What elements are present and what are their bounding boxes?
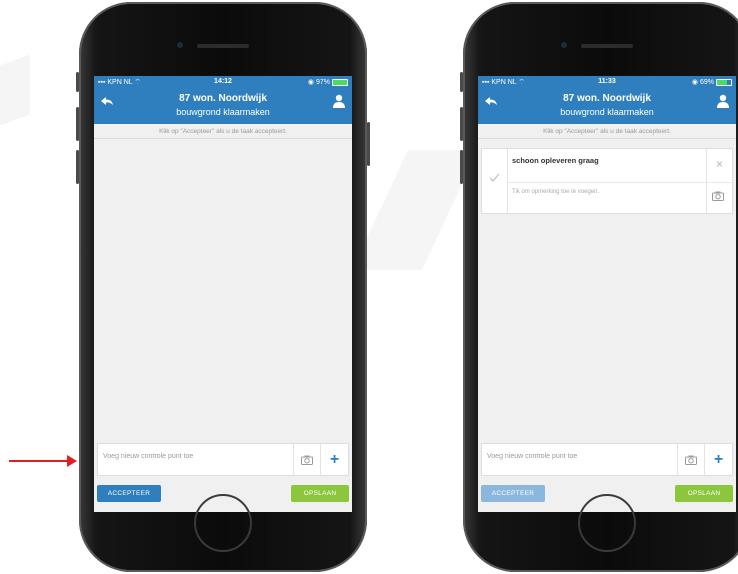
phone-right: ▪▪▪ KPN NL ⌔ 11:33 ◉ 69% 87 won. Noordwi… [460,2,738,572]
page-subtitle: bouwgrond klaarmaken [560,107,654,117]
volume-up-button [460,107,463,141]
battery-icon [332,78,348,86]
back-arrow-icon[interactable] [484,94,498,108]
close-icon[interactable]: × [707,157,732,171]
annotation-arrow [9,455,77,467]
checkpoint-card: schoon opleveren graag Tik om opmerking … [481,148,733,214]
carrier-label: ▪▪▪ KPN NL ⌔ [482,79,525,86]
earpiece-speaker [197,44,249,48]
alarm-icon: ◉ [691,79,698,86]
battery-text: 69% [699,78,714,86]
status-right: ◉ 69% [692,78,732,86]
accept-hint: Klik op "Accepteer" als u de taak accept… [543,128,671,135]
home-button[interactable] [578,494,636,552]
volume-down-button [76,150,79,184]
page-title: 87 won. Noordwijk [179,93,267,104]
battery-level [717,79,727,85]
divider [478,138,736,139]
user-icon[interactable] [716,94,730,108]
camera-icon [301,455,313,465]
checkpoint-title: schoon opleveren graag [512,156,599,165]
battery-icon [716,78,732,86]
checkpoint-check-toggle[interactable] [482,149,508,213]
battery-level [333,79,347,85]
add-checkpoint-button[interactable]: + [320,444,348,475]
wifi-icon: ⌔ [134,79,141,86]
add-photo-button[interactable] [293,444,320,475]
camera-icon[interactable] [712,191,724,201]
signal-icon: ▪▪▪ [98,79,108,86]
battery-text: 97% [315,78,330,86]
volume-up-button [76,107,79,141]
user-icon[interactable] [332,94,346,108]
checkpoint-note-input[interactable]: Tik om opmerking toe te voegen. [512,189,599,195]
volume-down-button [460,150,463,184]
add-checkpoint-button[interactable]: + [704,444,732,475]
app-screen: ▪▪▪ KPN NL ⌔ 14:12 ◉ 97% 87 won. Noordwi… [94,76,352,512]
save-button[interactable]: OPSLAAN [291,485,349,502]
divider [94,138,352,139]
camera-icon [685,455,697,465]
front-camera [561,42,567,48]
accept-hint: Klik op "Accepteer" als u de taak accept… [159,128,287,135]
status-time: 11:33 [598,78,616,85]
power-button [367,122,370,166]
add-checkpoint-row: Voeg nieuw controle punt toe + [481,443,733,476]
checkpoint-actions: × [706,149,732,213]
front-camera [177,42,183,48]
add-photo-button[interactable] [677,444,704,475]
save-button[interactable]: OPSLAAN [675,485,733,502]
status-time: 14:12 [214,78,232,85]
home-button[interactable] [194,494,252,552]
app-screen: ▪▪▪ KPN NL ⌔ 11:33 ◉ 69% 87 won. Noordwi… [478,76,736,512]
carrier-label: ▪▪▪ KPN NL ⌔ [98,79,141,86]
watermark-left [0,54,30,126]
app-header: ▪▪▪ KPN NL ⌔ 14:12 ◉ 97% 87 won. Noordwi… [94,76,352,124]
page-title: 87 won. Noordwijk [563,93,651,104]
accept-button[interactable]: ACCEPTEER [481,485,545,502]
wifi-icon: ⌔ [518,79,525,86]
page-subtitle: bouwgrond klaarmaken [176,107,270,117]
add-checkpoint-input[interactable]: Voeg nieuw controle punt toe [103,453,193,460]
status-bar: ▪▪▪ KPN NL ⌔ 14:12 ◉ 97% [98,78,348,89]
mute-switch [76,72,79,92]
status-bar: ▪▪▪ KPN NL ⌔ 11:33 ◉ 69% [482,78,732,89]
status-right: ◉ 97% [308,78,348,86]
add-checkpoint-row: Voeg nieuw controle punt toe + [97,443,349,476]
back-arrow-icon[interactable] [100,94,114,108]
earpiece-speaker [581,44,633,48]
alarm-icon: ◉ [307,79,314,86]
accept-button[interactable]: ACCEPTEER [97,485,161,502]
mute-switch [460,72,463,92]
signal-icon: ▪▪▪ [482,79,492,86]
check-icon [489,173,500,182]
checkpoint-divider [507,182,732,183]
phone-left: ▪▪▪ KPN NL ⌔ 14:12 ◉ 97% 87 won. Noordwi… [76,2,370,572]
add-checkpoint-input[interactable]: Voeg nieuw controle punt toe [487,453,577,460]
app-header: ▪▪▪ KPN NL ⌔ 11:33 ◉ 69% 87 won. Noordwi… [478,76,736,124]
